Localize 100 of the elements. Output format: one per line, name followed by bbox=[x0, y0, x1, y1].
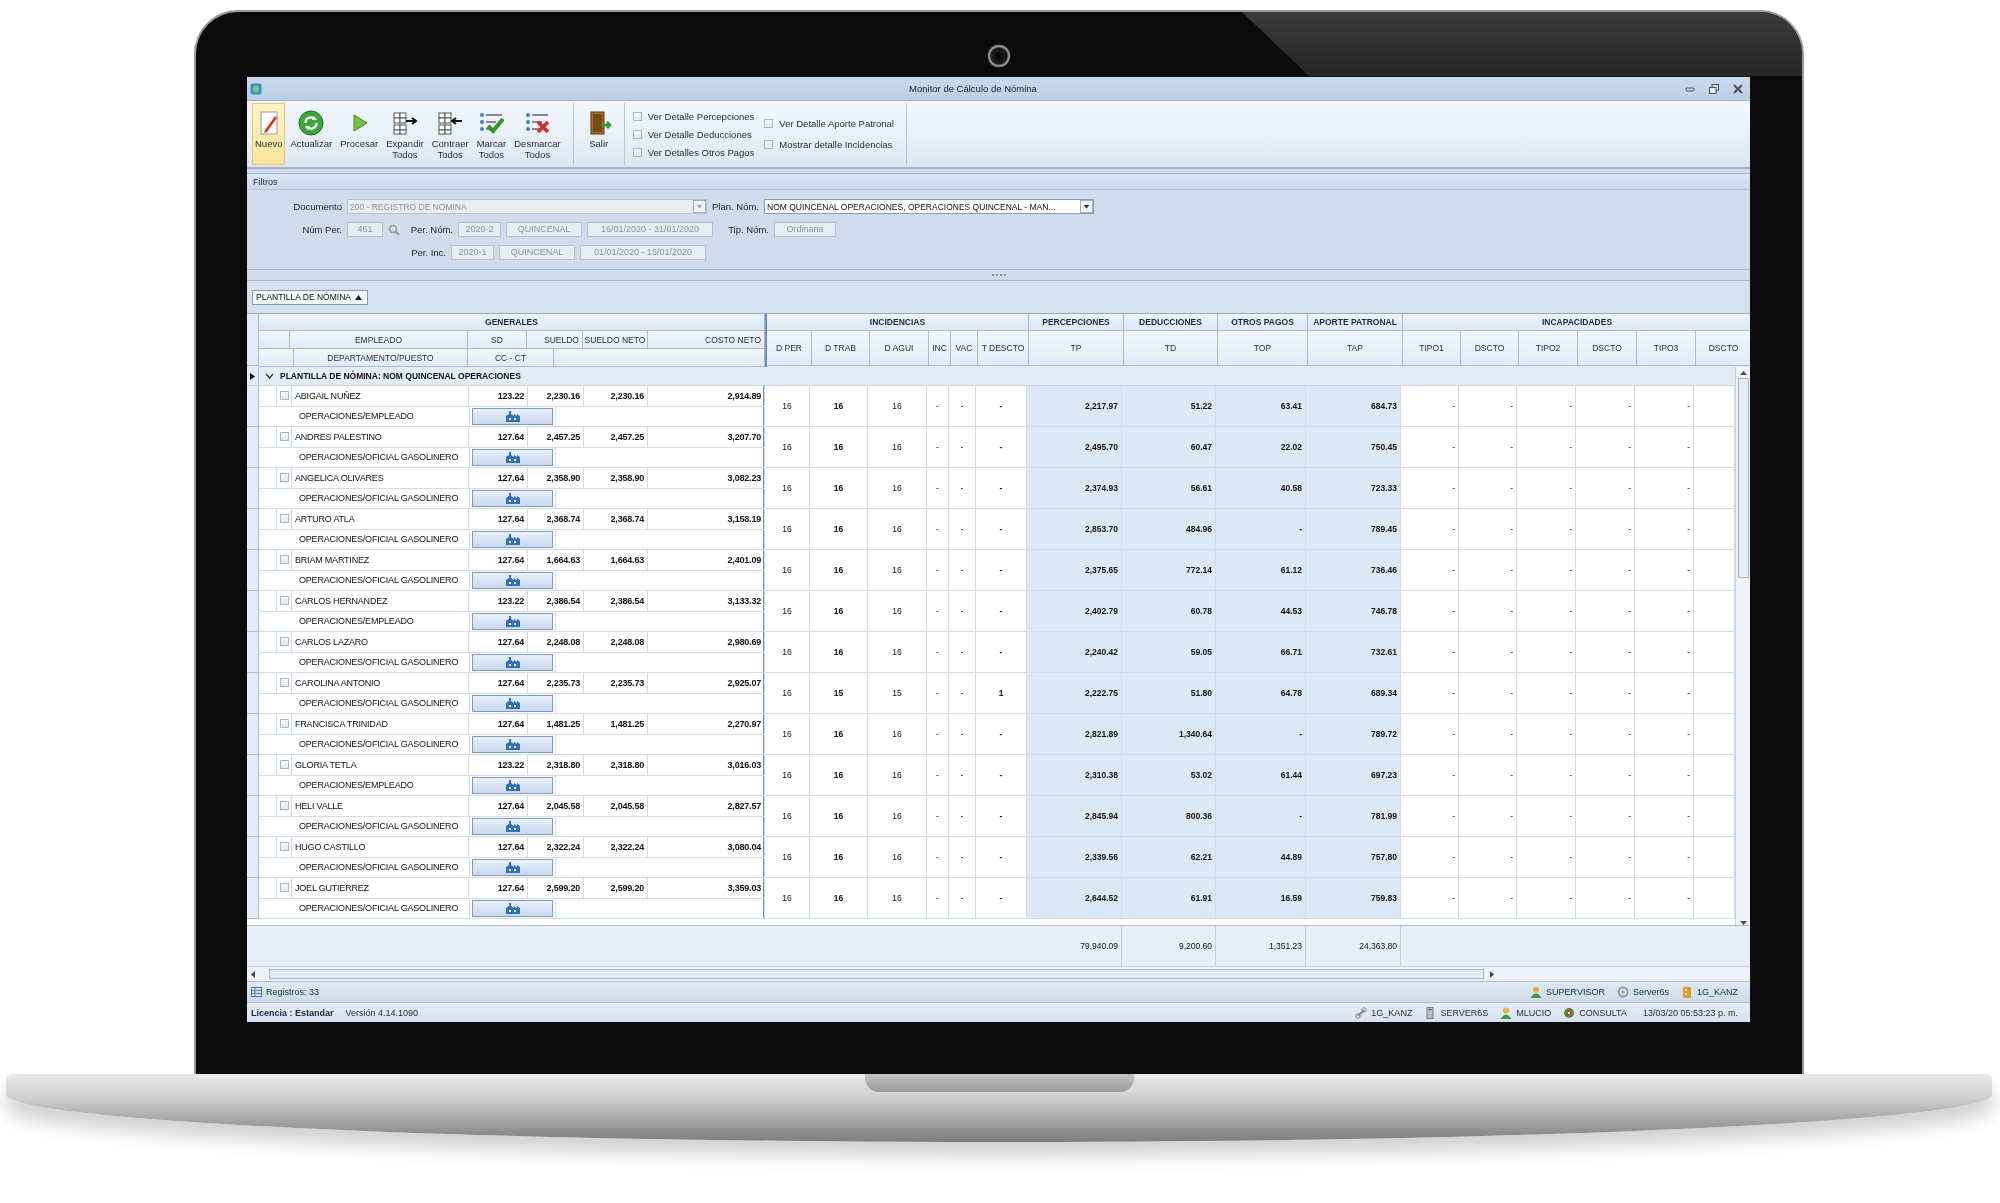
scroll-right-icon[interactable] bbox=[1490, 970, 1494, 978]
factory-icon bbox=[504, 614, 521, 628]
table-cell: - bbox=[1517, 673, 1576, 714]
table-cell: 2,368.74 bbox=[584, 509, 648, 530]
column-header[interactable]: D TRAB bbox=[812, 331, 870, 366]
column-header[interactable]: EMPLEADO bbox=[290, 331, 468, 349]
toolbar-button[interactable]: Procesar bbox=[337, 103, 382, 165]
checkbox-option[interactable]: Ver Detalle Aporte Patronal bbox=[764, 117, 898, 129]
table-cell: - bbox=[949, 878, 976, 919]
table-cell: - bbox=[927, 714, 949, 755]
row-checkbox[interactable] bbox=[279, 719, 289, 729]
column-header[interactable]: COSTO NETO bbox=[648, 331, 765, 349]
table-cell: 2,374.93 bbox=[1027, 468, 1122, 509]
toolbar-button[interactable]: Desmarcar Todos bbox=[511, 103, 564, 165]
toolbar-button[interactable]: Nuevo bbox=[252, 103, 286, 165]
toolbar-button[interactable]: Marcar Todos bbox=[473, 103, 510, 165]
row-checkbox[interactable] bbox=[279, 514, 289, 524]
table-cell: - bbox=[1401, 796, 1459, 837]
toolbar-button[interactable]: Actualizar bbox=[287, 103, 336, 165]
table-cell: OPERACIONES/OFICIAL GASOLINERO bbox=[296, 447, 470, 468]
column-header[interactable]: SD bbox=[468, 331, 527, 349]
column-header[interactable]: D AGUI bbox=[870, 331, 929, 366]
table-cell: 59.05 bbox=[1122, 632, 1216, 673]
checkbox[interactable] bbox=[632, 111, 642, 121]
column-header[interactable]: VAC bbox=[951, 331, 978, 366]
column-header[interactable]: CC - CT bbox=[468, 349, 554, 367]
restore-icon[interactable] bbox=[1708, 82, 1720, 95]
checkbox-option[interactable]: Mostrar detalle Incidencias bbox=[764, 139, 898, 151]
column-header[interactable]: TD bbox=[1124, 331, 1218, 366]
vertical-scrollbar[interactable] bbox=[1735, 367, 1750, 925]
splitter-grip-icon[interactable] bbox=[991, 273, 1006, 277]
column-header[interactable]: D PER bbox=[767, 331, 812, 366]
row-checkbox[interactable] bbox=[279, 473, 289, 483]
row-checkbox[interactable] bbox=[279, 842, 289, 852]
scrollbar-thumb[interactable] bbox=[269, 969, 1484, 979]
table-cell: 684.73 bbox=[1306, 386, 1401, 427]
table-cell: ARTURO ATLA bbox=[292, 509, 469, 530]
table-cell: 3,080.04 bbox=[648, 837, 765, 858]
column-header[interactable]: TP bbox=[1029, 331, 1124, 366]
checkbox-option[interactable]: Ver Detalle Percepciones bbox=[632, 110, 759, 122]
column-header[interactable]: TOP bbox=[1218, 331, 1308, 366]
column-header[interactable]: TAP bbox=[1308, 331, 1403, 366]
checkbox[interactable] bbox=[632, 147, 642, 157]
column-header[interactable]: DSCTO bbox=[1696, 331, 1750, 366]
row-checkbox[interactable] bbox=[279, 760, 289, 770]
column-header[interactable]: SUELDO NETO bbox=[583, 331, 648, 349]
table-cell: - bbox=[949, 386, 976, 427]
group-row[interactable]: PLANTILLA DE NÓMINA: NOM QUINCENAL OPERACIONES bbox=[247, 367, 1735, 386]
horizontal-scrollbar[interactable] bbox=[247, 966, 1750, 982]
row-checkbox[interactable] bbox=[279, 678, 289, 688]
close-icon[interactable] bbox=[1732, 82, 1744, 95]
checkbox[interactable] bbox=[764, 118, 774, 128]
checkbox[interactable] bbox=[632, 129, 642, 139]
dropdown-field[interactable]: NOM QUINCENAL OPERACIONES, OPERACIONES QUINCENAL - MAN... bbox=[764, 199, 1094, 214]
table-cell: - bbox=[1635, 468, 1694, 509]
column-header[interactable]: TIPO3 bbox=[1637, 331, 1696, 366]
column-header[interactable]: TIPO2 bbox=[1519, 331, 1578, 366]
scrollbar-thumb[interactable] bbox=[1737, 378, 1749, 578]
table-cell: BRIAM MARTINEZ bbox=[292, 550, 469, 571]
table-cell: 61.44 bbox=[1216, 755, 1306, 796]
factory-icon bbox=[504, 901, 521, 915]
chevron-icon[interactable] bbox=[265, 373, 274, 379]
column-header[interactable]: DSCTO bbox=[1578, 331, 1637, 366]
checkbox-option[interactable]: Ver Detalle Deducciones bbox=[632, 128, 759, 140]
row-checkbox[interactable] bbox=[279, 596, 289, 606]
table-cell: - bbox=[1401, 386, 1459, 427]
column-group-header: DEDUCCIONES bbox=[1124, 314, 1218, 331]
table-cell: 2,599.20 bbox=[584, 878, 648, 899]
row-checkbox[interactable] bbox=[279, 391, 289, 401]
table-cell: 2,339.56 bbox=[1027, 837, 1122, 878]
column-header[interactable]: INC bbox=[929, 331, 951, 366]
table-cell: 15 bbox=[868, 673, 927, 714]
checkbox-option[interactable]: Ver Detalles Otros Pagos bbox=[632, 146, 759, 158]
table-cell: 16 bbox=[868, 550, 927, 591]
column-header[interactable]: SUELDO bbox=[527, 331, 583, 349]
row-checkbox[interactable] bbox=[279, 883, 289, 893]
column-header[interactable]: TIPO1 bbox=[1403, 331, 1461, 366]
column-header[interactable]: DSCTO bbox=[1461, 331, 1519, 366]
toolbar-button[interactable]: Salir bbox=[582, 103, 615, 165]
table-cell: - bbox=[927, 878, 949, 919]
table-cell: - bbox=[1517, 796, 1576, 837]
list-cross-icon bbox=[524, 110, 551, 136]
toolbar-button[interactable]: Contraer Todos bbox=[428, 103, 472, 165]
scroll-left-icon[interactable] bbox=[251, 970, 255, 978]
column-header[interactable]: T DESCTO bbox=[978, 331, 1029, 366]
search-icon[interactable] bbox=[388, 223, 400, 236]
row-checkbox[interactable] bbox=[279, 555, 289, 565]
layout-dropdown[interactable]: PLANTILLA DE NÓMINA bbox=[252, 289, 368, 305]
toolbar-button[interactable]: Expandir Todos bbox=[383, 103, 427, 165]
row-checkbox[interactable] bbox=[279, 801, 289, 811]
column-header[interactable]: DEPARTAMENTO/PUESTO bbox=[294, 349, 468, 367]
row-checkbox[interactable] bbox=[279, 637, 289, 647]
table-cell: 2,495.70 bbox=[1027, 427, 1122, 468]
table-cell: - bbox=[1401, 427, 1459, 468]
row-checkbox[interactable] bbox=[279, 432, 289, 442]
scroll-up-icon[interactable] bbox=[1739, 371, 1747, 375]
table-cell: - bbox=[1635, 837, 1694, 878]
checkbox[interactable] bbox=[764, 140, 774, 150]
panel-title: Filtros bbox=[253, 176, 278, 187]
table-cell: - bbox=[1401, 632, 1459, 673]
